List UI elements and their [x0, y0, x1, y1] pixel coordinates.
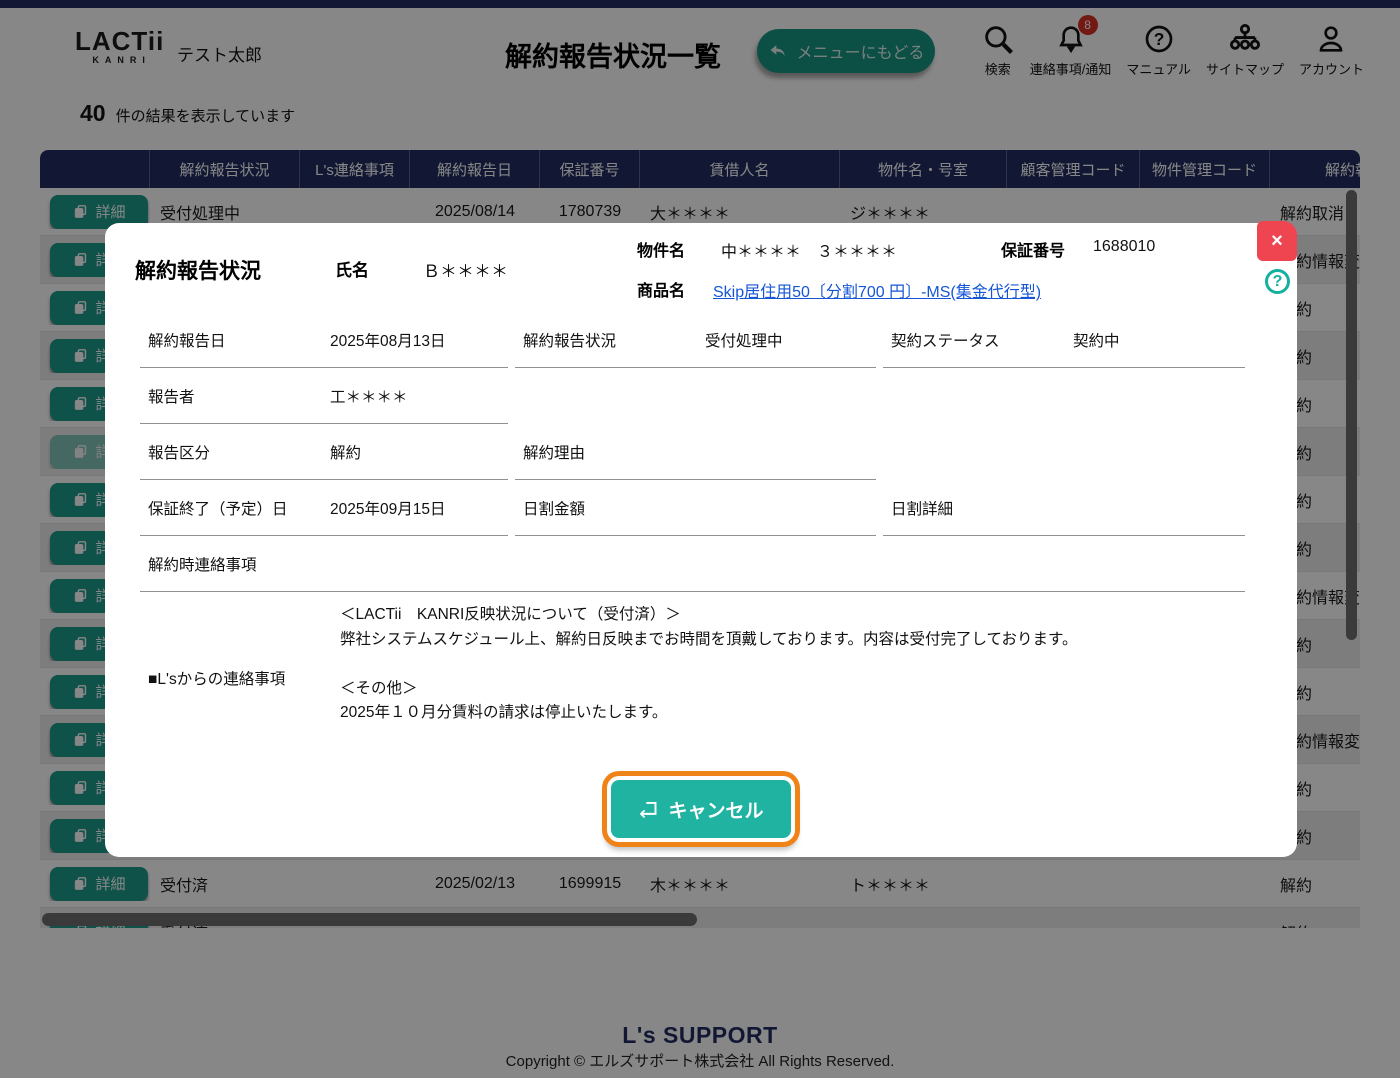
ls-note-line: 弊社システムスケジュール上、解約日反映までお時間を頂戴しております。内容は受付完…: [340, 630, 1078, 648]
field-report-type: 報告区分 解約: [140, 427, 508, 480]
cancellation-detail-modal: × ? 解約報告状況 氏名 Ｂ＊＊＊＊ 物件名 中＊＊＊＊ ３＊＊＊＊ 保証番号…: [105, 221, 1297, 857]
property-name-value: 中＊＊＊＊ ３＊＊＊＊: [721, 244, 898, 261]
field-report-date: 解約報告日 2025年08月13日: [140, 315, 508, 368]
field-label: 解約時連絡事項: [148, 557, 257, 574]
field-contract-status: 契約ステータス 契約中: [883, 315, 1245, 368]
modal-fields: 解約報告日 2025年08月13日 解約報告状況 受付処理中 契約ステータス 契…: [140, 315, 1262, 755]
field-label: 日割金額: [523, 501, 586, 518]
field-label: 解約理由: [523, 445, 586, 462]
field-value: 契約中: [1073, 333, 1120, 350]
help-icon[interactable]: ?: [1265, 269, 1290, 294]
ls-note-label: ■L'sからの連絡事項: [148, 671, 286, 688]
guarantee-no-label: 保証番号: [1001, 243, 1066, 260]
field-cancel-reason: 解約理由: [515, 427, 876, 480]
ls-note-text: ＜LACTii KANRI反映状況について（受付済）＞ 弊社システムスケジュール上…: [340, 603, 1240, 726]
field-daily-detail: 日割詳細: [883, 483, 1245, 536]
modal-title: 解約報告状況: [135, 260, 261, 283]
field-value: 2025年08月13日: [330, 333, 446, 350]
field-guarantee-end: 保証終了（予定）日 2025年09月15日: [140, 483, 508, 536]
return-arrow-icon: [638, 799, 659, 820]
name-value: Ｂ＊＊＊＊: [423, 262, 508, 281]
field-label: 保証終了（予定）日: [148, 501, 288, 518]
cancel-report-label: キャンセル: [668, 800, 764, 822]
field-value: 2025年09月15日: [330, 501, 446, 518]
field-value: 工＊＊＊＊: [330, 389, 408, 406]
field-label: 日割詳細: [891, 501, 954, 518]
guarantee-no-value: 1688010: [1093, 238, 1156, 255]
field-label: 契約ステータス: [891, 333, 1000, 350]
product-name-link[interactable]: Skip居住用50〔分割700 円〕-MS(集金代行型): [713, 278, 1041, 302]
modal-actions: キャンセル: [105, 780, 1297, 838]
field-cancel-note: 解約時連絡事項: [140, 539, 1245, 592]
field-label: 報告者: [148, 389, 195, 406]
field-report-status: 解約報告状況 受付処理中: [515, 315, 876, 368]
cancel-report-button[interactable]: キャンセル: [611, 780, 791, 838]
ls-note-line: ＜その他＞: [340, 679, 418, 697]
field-value: 解約: [330, 445, 362, 462]
field-reporter: 報告者 工＊＊＊＊: [140, 371, 508, 424]
field-label: 報告区分: [148, 445, 211, 462]
close-icon[interactable]: ×: [1257, 221, 1297, 261]
field-value: 受付処理中: [705, 333, 783, 350]
name-label: 氏名: [335, 261, 369, 280]
ls-note-line: ＜LACTii KANRI反映状況について（受付済）＞: [340, 606, 681, 623]
field-label: 解約報告日: [148, 333, 226, 350]
property-name-label: 物件名: [637, 243, 686, 260]
field-daily-amount: 日割金額: [515, 483, 876, 536]
ls-note-line: [340, 652, 1240, 677]
product-name-label: 商品名: [637, 283, 686, 300]
ls-note-line: 2025年１０月分賃料の請求は停止いたします。: [340, 704, 668, 721]
field-label: 解約報告状況: [523, 333, 617, 350]
